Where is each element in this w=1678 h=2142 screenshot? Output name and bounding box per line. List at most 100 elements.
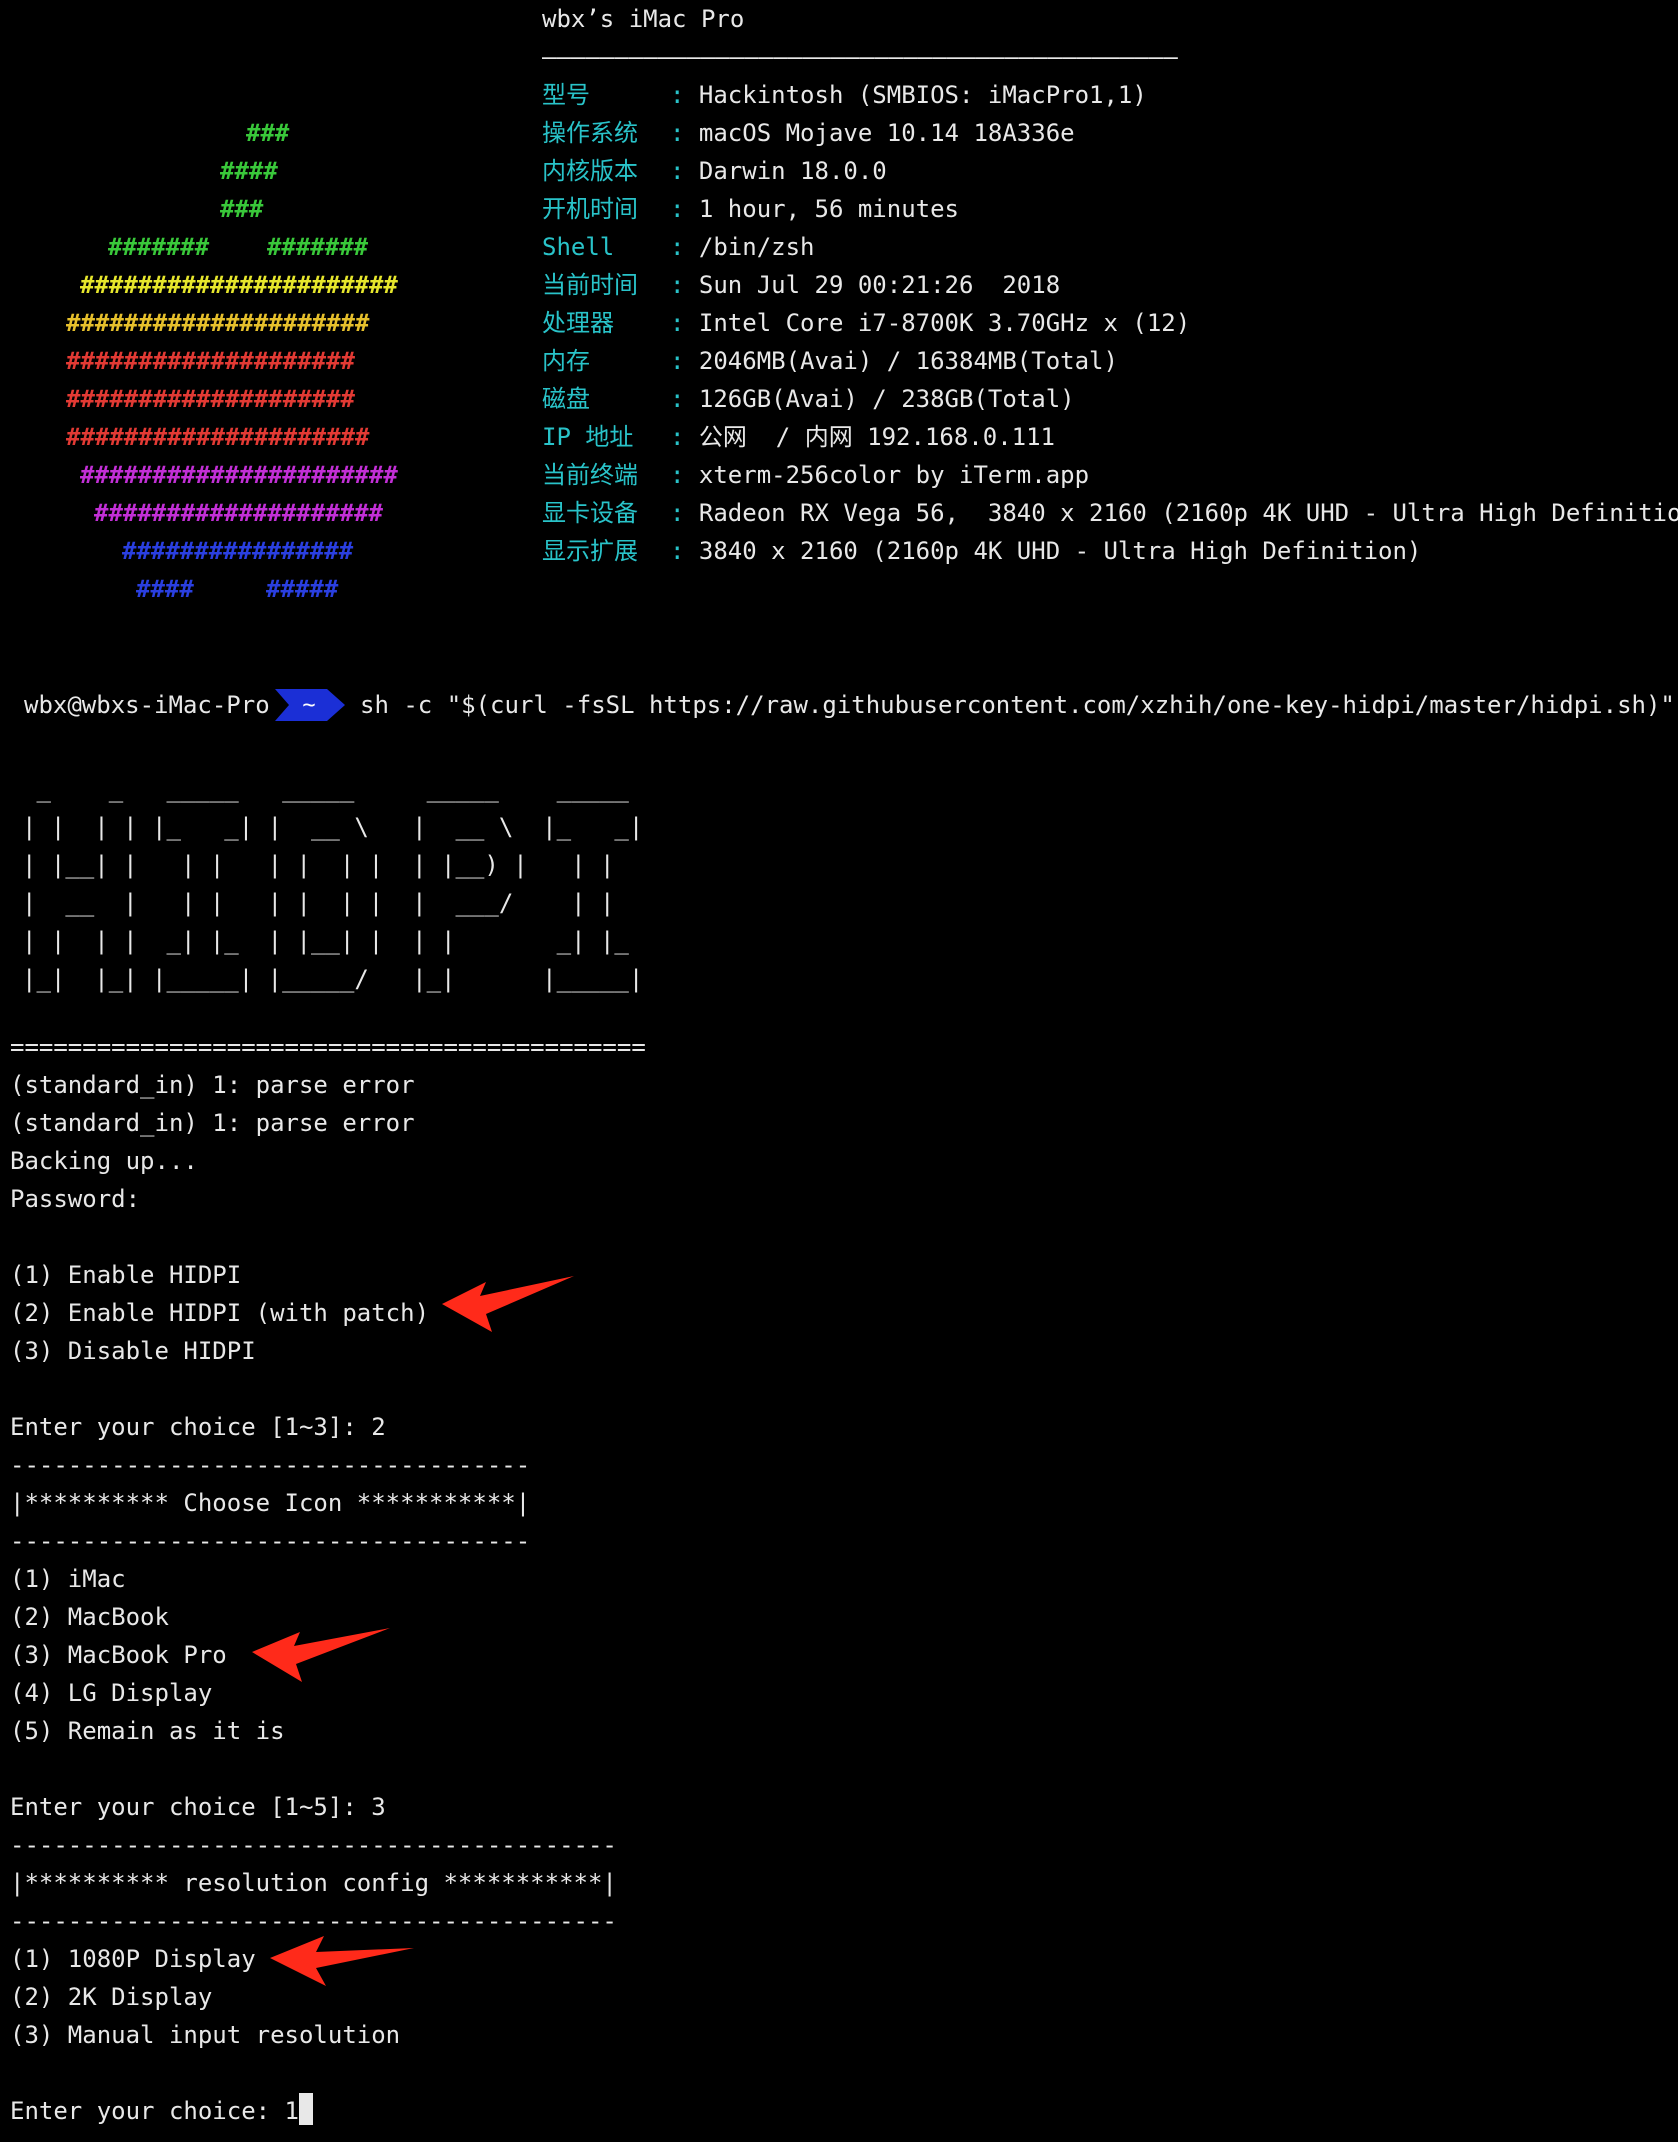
equals-rule: ========================================… bbox=[10, 1033, 646, 1061]
banner-row: | | | | |_ _| | __ \ | __ \ |_ _| bbox=[22, 813, 644, 841]
sysinfo-key: 型号 bbox=[542, 81, 590, 109]
output-line: |********** resolution config **********… bbox=[10, 1869, 617, 1897]
sysinfo-key: 处理器 bbox=[542, 309, 614, 337]
banner-row: | |__| | | | | | | | | |__) | | | bbox=[22, 851, 644, 879]
output-line: ------------------------------------ bbox=[10, 1527, 531, 1555]
menu-option[interactable]: (1) iMac bbox=[10, 1560, 646, 1598]
sysinfo-key: 磁盘 bbox=[542, 385, 590, 413]
output-line: |********** Choose Icon ***********| bbox=[10, 1489, 531, 1517]
prompt-command[interactable]: sh -c "$(curl -fsSL https://raw.githubus… bbox=[360, 685, 1675, 725]
sysinfo-row: 开机时间: 1 hour, 56 minutes bbox=[542, 190, 959, 228]
sysinfo-value: Intel Core i7-8700K 3.70GHz x (12) bbox=[698, 309, 1191, 337]
sysinfo-separator: : bbox=[670, 157, 699, 185]
sysinfo-separator: : bbox=[670, 499, 699, 527]
final-prompt-line[interactable]: Enter your choice: 1 bbox=[10, 2092, 646, 2130]
sysinfo-row: Shell: /bin/zsh bbox=[542, 228, 815, 266]
sysinfo-separator: : bbox=[670, 385, 699, 413]
banner-row: | __ | | | | | | | | ___/ | | bbox=[22, 889, 644, 917]
prompt-dir-label: ~ bbox=[302, 693, 315, 718]
sysinfo-key: Shell bbox=[542, 233, 615, 261]
sysinfo-value: 1 hour, 56 minutes bbox=[698, 195, 959, 223]
sysinfo-separator: : bbox=[670, 309, 699, 337]
text-cursor bbox=[298, 2093, 313, 2125]
output-line: Password: bbox=[10, 1185, 141, 1213]
output-line: ------------------------------------ bbox=[10, 1451, 531, 1479]
red-arrow-icon bbox=[442, 1276, 574, 1332]
sysinfo-separator: : bbox=[670, 119, 699, 147]
sysinfo-separator: : bbox=[670, 423, 699, 451]
sysinfo-value: macOS Mojave 10.14 18A336e bbox=[698, 119, 1075, 147]
sysinfo-key: 当前时间 bbox=[542, 271, 638, 299]
sysinfo-row: 型号: Hackintosh (SMBIOS: iMacPro1,1) bbox=[542, 76, 1147, 114]
logo-row: ####### ####### bbox=[108, 233, 369, 261]
sysinfo-row: 当前时间: Sun Jul 29 00:21:26 2018 bbox=[542, 266, 1060, 304]
sysinfo-row: 内存: 2046MB(Avai) / 16384MB(Total) bbox=[542, 342, 1118, 380]
logo-row: #### bbox=[220, 157, 278, 185]
sysinfo-row: 当前终端: xterm-256color by iTerm.app bbox=[542, 456, 1089, 494]
output-line: (standard_in) 1: parse error bbox=[10, 1071, 415, 1099]
logo-row: ################ bbox=[122, 537, 354, 565]
sysinfo-row: 显卡设备: Radeon RX Vega 56, 3840 x 2160 (21… bbox=[542, 494, 1678, 532]
sysinfo-key: 显卡设备 bbox=[542, 499, 638, 527]
sysinfo-row: IP 地址: 公网 / 内网 192.168.0.111 bbox=[542, 418, 1055, 456]
red-arrow-icon bbox=[252, 1628, 390, 1682]
banner-row: |_| |_| |_____| |_____/ |_| |_____| bbox=[22, 965, 644, 993]
sysinfo-row: 处理器: Intel Core i7-8700K 3.70GHz x (12) bbox=[542, 304, 1190, 342]
sysinfo-key: 操作系统 bbox=[542, 119, 638, 147]
sysinfo-separator: : bbox=[670, 195, 699, 223]
sysinfo-row: 内核版本: Darwin 18.0.0 bbox=[542, 152, 887, 190]
sysinfo-row: 操作系统: macOS Mojave 10.14 18A336e bbox=[542, 114, 1075, 152]
banner-row: | | | | _| |_ | |__| | | | _| |_ bbox=[22, 927, 644, 955]
sysinfo-separator: : bbox=[670, 347, 699, 375]
sysinfo-row: 磁盘: 126GB(Avai) / 238GB(Total) bbox=[542, 380, 1075, 418]
sysinfo-key: 开机时间 bbox=[542, 195, 638, 223]
sysinfo-separator: : bbox=[670, 537, 699, 565]
red-arrow-icon bbox=[270, 1936, 414, 1986]
sysinfo-value: 3840 x 2160 (2160p 4K UHD - Ultra High D… bbox=[698, 537, 1422, 565]
menu-option[interactable]: (3) Manual input resolution bbox=[10, 2016, 646, 2054]
output-line: (standard_in) 1: parse error bbox=[10, 1109, 415, 1137]
logo-row: #################### bbox=[66, 385, 355, 413]
logo-row: ### bbox=[246, 119, 290, 147]
output-line: Enter your choice [1~5]: 3 bbox=[10, 1793, 386, 1821]
sysinfo-separator: : bbox=[670, 233, 699, 261]
sysinfo-separator: : bbox=[670, 461, 699, 489]
prompt-dir-badge: ~ bbox=[275, 689, 345, 721]
sysinfo-key: 当前终端 bbox=[542, 461, 638, 489]
sysinfo-separator: : bbox=[670, 271, 699, 299]
sysinfo-value: Hackintosh (SMBIOS: iMacPro1,1) bbox=[698, 81, 1147, 109]
sysinfo-value: xterm-256color by iTerm.app bbox=[698, 461, 1090, 489]
hidpi-banner: _ _ _____ _____ _____ _____ | | | | |_ _… bbox=[22, 770, 643, 998]
sysinfo-separator: : bbox=[670, 81, 699, 109]
output-line: ----------------------------------------… bbox=[10, 1831, 617, 1859]
logo-row: ### bbox=[220, 195, 264, 223]
host-title: wbx’s iMac Pro bbox=[542, 5, 745, 33]
output-line: Enter your choice [1~3]: 2 bbox=[10, 1413, 386, 1441]
logo-row: #################### bbox=[66, 347, 355, 375]
menu-option[interactable]: (5) Remain as it is bbox=[10, 1712, 646, 1750]
host-rule: ————————————————————————————————————————… bbox=[542, 43, 1178, 71]
menu-option[interactable]: (3) Disable HIDPI bbox=[10, 1332, 646, 1370]
sysinfo-key: 内核版本 bbox=[542, 157, 638, 185]
logo-row: #### ##### bbox=[136, 575, 339, 603]
logo-row: ###################### bbox=[80, 461, 398, 489]
sysinfo-key: 内存 bbox=[542, 347, 590, 375]
final-prompt-text: Enter your choice: 1 bbox=[10, 2097, 299, 2125]
sysinfo-key: IP 地址 bbox=[542, 423, 634, 451]
sysinfo-value: Sun Jul 29 00:21:26 2018 bbox=[698, 271, 1061, 299]
sysinfo-value: /bin/zsh bbox=[698, 233, 815, 261]
output-line: Backing up... bbox=[10, 1147, 198, 1175]
logo-row: ###################### bbox=[80, 271, 398, 299]
logo-row: ##################### bbox=[66, 423, 370, 451]
logo-row: ##################### bbox=[66, 309, 370, 337]
shell-prompt: wbx@wbxs-iMac-Pro ~ sh -c "$(curl -fsSL … bbox=[0, 685, 1678, 725]
sysinfo-value: 126GB(Avai) / 238GB(Total) bbox=[698, 385, 1075, 413]
sysinfo-row: 显示扩展: 3840 x 2160 (2160p 4K UHD - Ultra … bbox=[542, 532, 1421, 570]
prompt-user: wbx@wbxs-iMac-Pro bbox=[24, 691, 270, 719]
banner-row: _ _ _____ _____ _____ _____ bbox=[22, 775, 644, 803]
sysinfo-value: 2046MB(Avai) / 16384MB(Total) bbox=[698, 347, 1118, 375]
